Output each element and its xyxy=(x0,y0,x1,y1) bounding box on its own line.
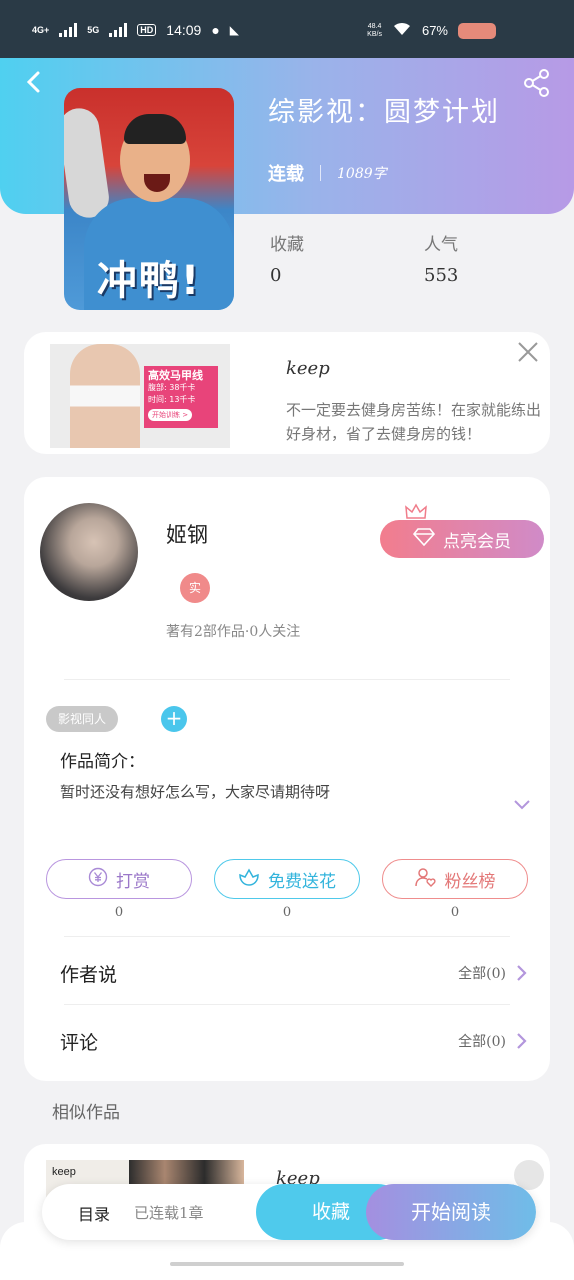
divider xyxy=(64,936,510,937)
flower-count: 0 xyxy=(282,905,292,920)
share-icon[interactable] xyxy=(522,68,552,98)
author-says-row[interactable]: 作者说 全部(0) xyxy=(60,953,528,993)
send-flower-button[interactable]: 免费送花 xyxy=(214,859,360,899)
crown-icon xyxy=(404,503,428,521)
start-reading-button[interactable]: 开始阅读 xyxy=(366,1184,536,1240)
chevron-down-icon[interactable] xyxy=(512,795,532,815)
chapter-progress: 已连载1章 xyxy=(134,1204,204,1222)
verified-badge: 实 xyxy=(180,573,210,603)
chevron-right-icon xyxy=(517,1033,527,1049)
ad-title: keep xyxy=(286,358,330,379)
stat-popularity: 人气 553 xyxy=(424,235,459,286)
status-bar: 4G+ 5G HD 14:09 ● ◣ 48.4 KB/s 67% xyxy=(0,0,574,58)
telegram-icon: ◣ xyxy=(229,23,240,37)
add-tag-button[interactable]: + xyxy=(161,706,187,732)
clock: 14:09 xyxy=(166,22,202,38)
book-cover[interactable]: 冲鸭! xyxy=(64,88,234,310)
author-meta: 著有2部作品·0人关注 xyxy=(166,624,301,640)
qq-icon: ● xyxy=(211,22,220,38)
user-heart-icon xyxy=(414,867,437,892)
category-tag[interactable]: 影视同人 xyxy=(46,706,119,732)
ad-image: 高效马甲线 腹部: 38千卡 时间: 13千卡 开始训练 > xyxy=(50,344,230,448)
cover-caption: 冲鸭! xyxy=(96,258,202,304)
diamond-icon xyxy=(412,527,436,551)
intro-label: 作品简介： xyxy=(60,752,145,772)
avatar[interactable] xyxy=(40,503,138,601)
home-indicator[interactable] xyxy=(170,1262,404,1266)
chevron-right-icon xyxy=(517,965,527,981)
tip-count: 0 xyxy=(114,905,124,920)
network-label: 4G+ xyxy=(32,25,50,35)
view-all-link[interactable]: 全部(0) xyxy=(458,963,506,983)
stat-favorites: 收藏 0 xyxy=(270,235,304,286)
fans-ranking-button[interactable]: 粉丝榜 xyxy=(382,859,528,899)
toc-button[interactable]: 目录 xyxy=(78,1201,110,1225)
word-count: 1089字 xyxy=(337,166,387,182)
close-icon[interactable] xyxy=(516,340,540,364)
yen-icon xyxy=(88,867,108,892)
intro-text: 暂时还没有想好怎么写，大家尽请期待呀 xyxy=(60,783,331,801)
network-label: 5G xyxy=(87,25,100,35)
signal-icon xyxy=(59,23,78,37)
similar-works-heading: 相似作品 xyxy=(52,1103,120,1123)
divider xyxy=(64,1004,510,1005)
back-icon[interactable] xyxy=(22,70,46,94)
signal-icon xyxy=(109,23,128,37)
hd-badge: HD xyxy=(137,24,157,36)
vip-button[interactable]: 点亮会员 xyxy=(380,520,544,558)
network-speed: 48.4 KB/s xyxy=(367,22,382,38)
tip-button[interactable]: 打赏 xyxy=(46,859,192,899)
battery-icon xyxy=(458,22,496,39)
bottom-action-bar: 目录 已连载1章 收藏 开始阅读 xyxy=(42,1184,536,1240)
ad-description: 不一定要去健身房苦练！在家就能练出好身材，省了去健身房的钱！ xyxy=(286,401,542,443)
comments-row[interactable]: 评论 全部(0) xyxy=(60,1021,528,1061)
battery-percent: 67% xyxy=(421,23,448,38)
divider xyxy=(64,679,510,680)
fans-count: 0 xyxy=(450,905,460,920)
view-all-link[interactable]: 全部(0) xyxy=(458,1031,506,1051)
book-title: 综影视：圆梦计划 xyxy=(268,97,500,128)
book-status-row: 连载 1089字 xyxy=(268,160,387,186)
ad-banner[interactable]: 高效马甲线 腹部: 38千卡 时间: 13千卡 开始训练 > keep 不一定要… xyxy=(24,332,550,454)
serial-status: 连载 xyxy=(268,164,304,185)
flower-icon xyxy=(238,867,260,892)
author-name[interactable]: 姬钢 xyxy=(166,519,208,549)
wifi-icon xyxy=(392,22,412,39)
author-card: 姬钢 实 点亮会员 著有2部作品·0人关注 影视同人 + 作品简介： 暂时还没有… xyxy=(24,477,550,1081)
